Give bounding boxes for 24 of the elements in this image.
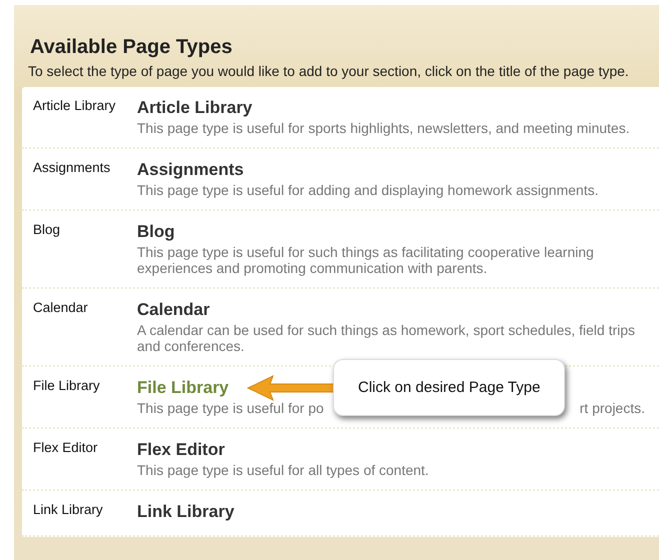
- page-type-link[interactable]: Assignments: [137, 159, 244, 180]
- page-type-description: This page type is useful for sports highlights, newsletters, and meeting minutes.: [137, 120, 630, 136]
- page-type-link[interactable]: Article Library: [137, 97, 252, 118]
- page-type-description: This page type is useful for all types of content.: [137, 462, 429, 478]
- page-type-label: Blog: [33, 222, 60, 237]
- page-type-label: Article Library: [33, 98, 116, 113]
- callout-tooltip: Click on desired Page Type: [333, 359, 566, 416]
- page-type-description: This page type is useful for adding and displaying homework assignments.: [137, 182, 598, 198]
- page-type-link[interactable]: Calendar: [137, 299, 210, 320]
- page-type-label: Assignments: [33, 160, 110, 175]
- page-type-label: Calendar: [33, 300, 88, 315]
- page-type-link[interactable]: Link Library: [137, 501, 234, 522]
- page-type-label: File Library: [33, 378, 100, 393]
- page-type-link[interactable]: Blog: [137, 221, 175, 242]
- page-type-description: rt projects.: [580, 400, 645, 416]
- page-type-link[interactable]: File Library: [137, 377, 229, 398]
- page-type-label: Link Library: [33, 502, 103, 517]
- panel-title: Available Page Types: [30, 35, 234, 59]
- instructions-text: To select the type of page you would like to add to your section, click on the title of the page type.: [28, 63, 630, 79]
- page-type-description: A calendar can be used for such things as homework, sport schedules, field trips and conferences.: [137, 322, 636, 354]
- page-type-description: This page type is useful for such things as facilitating cooperative learning experiences and promoting communication with parents.: [137, 244, 595, 276]
- page-type-link[interactable]: Flex Editor: [137, 439, 225, 460]
- page-type-label: Flex Editor: [33, 440, 98, 455]
- page-type-description: This page type is useful for po: [137, 400, 324, 416]
